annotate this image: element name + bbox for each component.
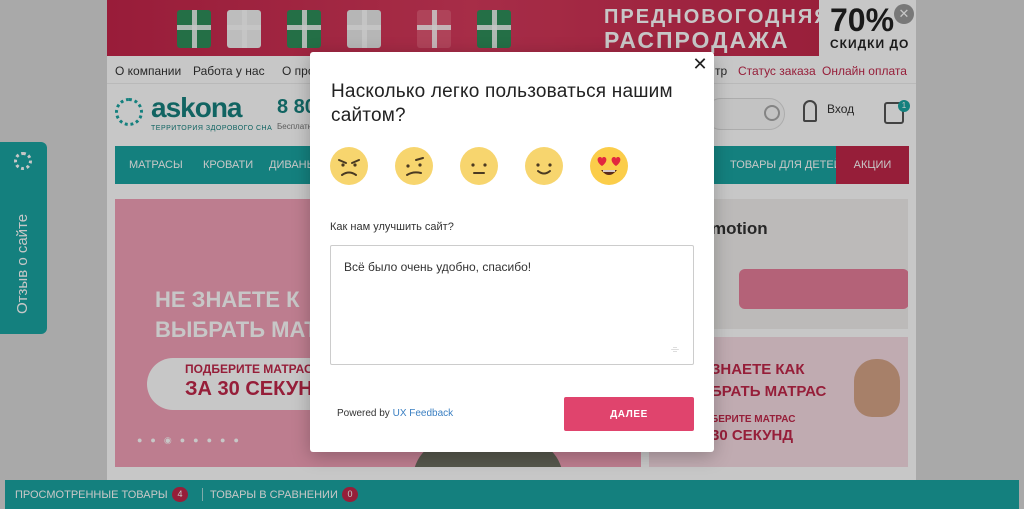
heart-eyes-face-icon[interactable] [590, 147, 628, 185]
close-icon[interactable]: ✕ [691, 55, 709, 73]
feedback-modal: ✕ Насколько легко пользоваться нашим сай… [310, 52, 714, 452]
improve-label: Как нам улучшить сайт? [330, 221, 454, 233]
confused-face-icon[interactable] [395, 147, 433, 185]
survey-question: Насколько легко пользоваться нашим сайто… [331, 81, 673, 126]
smiling-face-icon[interactable] [525, 147, 563, 185]
ux-feedback-link[interactable]: UX Feedback [393, 408, 454, 419]
powered-prefix: Powered by [337, 408, 393, 419]
feedback-textarea[interactable]: Всё было очень удобно, спасибо! [330, 245, 694, 365]
next-button[interactable]: ДАЛЕЕ [564, 397, 694, 431]
powered-by: Powered by UX Feedback [337, 408, 453, 419]
angry-face-icon[interactable] [330, 147, 368, 185]
resize-handle-icon[interactable]: ⌯ [671, 344, 683, 356]
neutral-face-icon[interactable] [460, 147, 498, 185]
